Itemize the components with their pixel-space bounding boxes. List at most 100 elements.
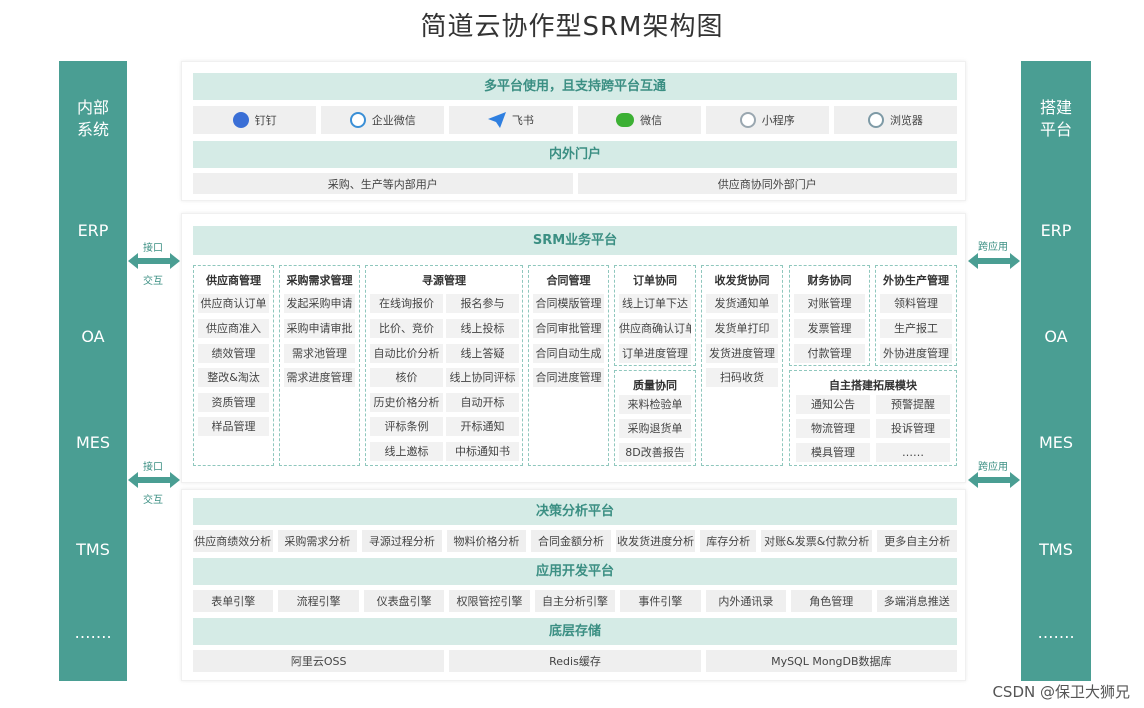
- module-title: 质量协同: [633, 379, 677, 392]
- browser-icon: [867, 112, 884, 128]
- storage-item: MySQL MongDB数据库: [705, 650, 957, 672]
- module-item: 整改&淘汰: [198, 368, 269, 387]
- right-item-mes: MES: [1038, 433, 1074, 452]
- module-item: 自动比价分析: [370, 344, 443, 363]
- platform-label: 飞书: [511, 114, 534, 127]
- storage-band: 底层存储: [193, 618, 957, 645]
- multi-platform-band: 多平台使用，且支持跨平台互通: [193, 73, 957, 100]
- module-item: 绩效管理: [198, 344, 269, 363]
- wechat-icon: [616, 113, 635, 127]
- analysis-item: 采购需求分析: [277, 530, 358, 552]
- module-item: 生产报工: [880, 319, 952, 338]
- right-item-more: …….: [1037, 623, 1075, 642]
- platform-browser: 浏览器: [833, 106, 958, 134]
- storage-row: 阿里云OSS Redis缓存 MySQL MongDB数据库: [193, 650, 957, 672]
- module-item: 8D改善报告: [619, 443, 691, 462]
- platform-dingtalk: 钉钉: [193, 106, 317, 134]
- module-title: 采购需求管理: [286, 274, 353, 287]
- module-item: 开标通知: [446, 417, 519, 436]
- right-item-tms: TMS: [1039, 540, 1073, 559]
- module-item: 采购退货单: [619, 419, 691, 438]
- module-item: 供应商认订单: [198, 294, 269, 313]
- module-item: 物流管理: [796, 419, 870, 438]
- platform-wechat: 微信: [577, 106, 701, 134]
- platform-label: 浏览器: [889, 114, 923, 127]
- left-item-mes: MES: [75, 433, 111, 452]
- module-item: 发货进度管理: [706, 344, 778, 363]
- module-item: 预警提醒: [876, 395, 950, 414]
- module-item: 比价、竞价: [370, 319, 443, 338]
- left-bottom-connector-label-2: 交互: [143, 495, 163, 506]
- module-item: ……: [876, 443, 950, 462]
- devtool-item: 流程引擎: [278, 590, 359, 612]
- module-item: 订单进度管理: [619, 344, 691, 363]
- module-item: 合同自动生成: [533, 344, 604, 363]
- platform-feishu: 飞书: [449, 106, 573, 134]
- left-top-connector-label-2: 交互: [143, 276, 163, 287]
- analysis-item: 对账&发票&付款分析: [761, 530, 873, 552]
- module-item: 资质管理: [198, 393, 269, 412]
- analysis-item: 物料价格分析: [446, 530, 527, 552]
- devtool-item: 角色管理: [791, 590, 872, 612]
- app-dev-band: 应用开发平台: [193, 558, 957, 585]
- module-item: 历史价格分析: [370, 393, 443, 412]
- right-item-erp: ERP: [1040, 221, 1072, 240]
- devtool-item: 仪表盘引擎: [363, 590, 445, 612]
- top-panel: 多平台使用，且支持跨平台互通 钉钉 企业微信 飞书 微信 小程序 浏览器 内外门…: [181, 61, 966, 201]
- module-item: 线上答疑: [446, 344, 519, 363]
- srm-panel: SRM业务平台 供应商管理 供应商认订单 供应商准入 绩效管理 整改&淘汰 资质…: [181, 213, 966, 483]
- wecom-icon: [349, 112, 366, 128]
- left-bottom-double-arrow-icon: [128, 472, 180, 488]
- watermark-text: CSDN @保卫大狮兄: [992, 683, 1130, 701]
- analysis-item: 库存分析: [700, 530, 757, 552]
- devtool-item: 表单引擎: [193, 590, 274, 612]
- left-item-erp: ERP: [77, 221, 109, 240]
- devtool-item: 权限管控引擎: [449, 590, 530, 612]
- module-item: 外协进度管理: [880, 344, 952, 363]
- module-item: 合同审批管理: [533, 319, 604, 338]
- platform-miniprogram: 小程序: [705, 106, 829, 134]
- module-item: 报名参与: [446, 294, 519, 313]
- left-top-double-arrow-icon: [128, 253, 180, 269]
- build-platform-heading: 搭建 平台: [1039, 98, 1072, 139]
- left-item-more: …….: [74, 623, 112, 642]
- storage-item: 阿里云OSS: [193, 650, 445, 672]
- analysis-item: 更多自主分析: [877, 530, 958, 552]
- module-item: 模具管理: [796, 443, 870, 462]
- module-item: 发货单打印: [706, 319, 778, 338]
- module-custom: 自主搭建拓展模块 通知公告 物流管理 模具管理 预警提醒 投诉管理 ……: [789, 370, 957, 466]
- module-outsourcing: 外协生产管理 领料管理 生产报工 外协进度管理: [875, 265, 957, 366]
- internal-portal: 采购、生产等内部用户: [193, 173, 573, 194]
- left-item-tms: TMS: [76, 540, 110, 559]
- devtool-item: 事件引擎: [620, 590, 701, 612]
- analysis-item: 收发货进度分析: [615, 530, 696, 552]
- right-item-oa: OA: [1044, 327, 1068, 346]
- portal-row: 采购、生产等内部用户 供应商协同外部门户: [193, 173, 957, 194]
- bottom-panel: 决策分析平台 供应商绩效分析 采购需求分析 寻源过程分析 物料价格分析 合同金额…: [181, 489, 966, 681]
- storage-item: Redis缓存: [449, 650, 701, 672]
- module-title: 供应商管理: [206, 274, 261, 287]
- devtool-item: 多端消息推送: [876, 590, 957, 612]
- analysis-item: 合同金额分析: [531, 530, 611, 552]
- module-item: 发货通知单: [706, 294, 778, 313]
- devtools-row: 表单引擎 流程引擎 仪表盘引擎 权限管控引擎 自主分析引擎 事件引擎 内外通讯录…: [193, 590, 957, 612]
- platform-label: 钉钉: [254, 114, 277, 127]
- module-item: 在线询报价: [370, 294, 443, 313]
- module-delivery: 收发货协同 发货通知单 发货单打印 发货进度管理 扫码收货: [701, 265, 783, 466]
- dingtalk-icon: [232, 112, 249, 128]
- decision-analysis-band: 决策分析平台: [193, 498, 957, 525]
- module-item: 投诉管理: [876, 419, 950, 438]
- module-item: 线上投标: [446, 319, 519, 338]
- module-item: 核价: [370, 368, 443, 387]
- module-item: 付款管理: [794, 344, 865, 363]
- left-item-oa: OA: [81, 327, 105, 346]
- platform-wecom: 企业微信: [321, 106, 445, 134]
- module-item: 来料检验单: [619, 395, 691, 414]
- module-title: 寻源管理: [422, 274, 466, 287]
- module-item: 线上协同评标: [446, 368, 519, 387]
- module-item: 线上订单下达: [619, 294, 691, 313]
- module-item: 需求进度管理: [284, 368, 355, 387]
- module-item: 自动开标: [446, 393, 519, 412]
- miniprogram-icon: [739, 112, 756, 128]
- module-title: 合同管理: [546, 274, 591, 287]
